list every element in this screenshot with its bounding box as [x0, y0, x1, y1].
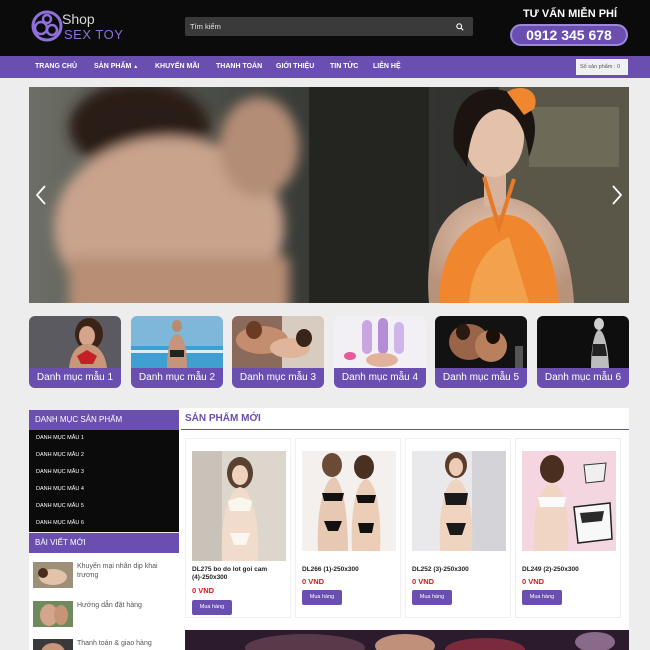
sidebar-posts: Khuyến mại nhân dịp khai trương Hướng dẫ…	[29, 553, 179, 650]
nav-item-promotions[interactable]: KHUYẾN MÃI	[155, 56, 199, 78]
nav-item-products[interactable]: SẢN PHẨM ▲	[94, 56, 138, 78]
product-image	[192, 451, 286, 561]
category-tile[interactable]: Danh mục mẫu 1	[29, 316, 121, 388]
hero-image	[29, 87, 629, 303]
cart-count[interactable]: Số sản phẩm : 0	[576, 59, 628, 75]
sidebar-heading-posts: BÀI VIẾT MỚI	[29, 533, 179, 553]
site-logo[interactable]: Shop SEX TOY	[30, 6, 150, 50]
hotline-label: TƯ VẤN MIỄN PHÍ	[522, 8, 618, 20]
category-label: Danh mục mẫu 3	[232, 368, 324, 388]
product-card[interactable]: DL252 (3)-250x300 0 VND Mua hàng	[405, 438, 511, 618]
category-label: Danh mục mẫu 2	[131, 368, 223, 388]
product-image	[412, 451, 506, 551]
search-input[interactable]	[185, 17, 445, 36]
category-image	[334, 316, 426, 368]
site-header: Shop SEX TOY TƯ VẤN MIỄN PHÍ 0912 345 67…	[0, 0, 650, 56]
product-price: 0 VND	[302, 577, 325, 586]
category-tile[interactable]: Danh mục mẫu 4	[334, 316, 426, 388]
category-image	[29, 316, 121, 368]
sidebar-item[interactable]: DANH MỤC MẪU 4	[36, 486, 84, 492]
post-title: Khuyến mại nhân dịp khai trương	[77, 563, 158, 579]
category-tile[interactable]: Danh mục mẫu 5	[435, 316, 527, 388]
category-label: Danh mục mẫu 5	[435, 368, 527, 388]
nav-item-news[interactable]: TIN TỨC	[330, 56, 358, 78]
category-label: Danh mục mẫu 6	[537, 368, 629, 388]
search-box	[185, 17, 473, 36]
sidebar-item[interactable]: DANH MỤC MẪU 5	[36, 503, 84, 509]
sidebar-item[interactable]: DANH MỤC MẪU 2	[36, 452, 84, 458]
product-name[interactable]: DL275 bo do lot goi cam (4)-250x300	[192, 566, 288, 582]
hero-slider[interactable]	[29, 87, 629, 303]
post-title: Hướng dẫn đặt hàng	[77, 602, 142, 609]
hotline-phone[interactable]: 0912 345 678	[510, 24, 628, 46]
product-card[interactable]: DL275 bo do lot goi cam (4)-250x300 0 VN…	[185, 438, 291, 618]
section-title: SẢN PHẨM MỚI	[185, 413, 261, 424]
caret-down-icon: ▲	[133, 64, 139, 70]
post-thumbnail	[33, 601, 73, 627]
product-card[interactable]: DL249 (2)-250x300 0 VND Mua hàng	[515, 438, 621, 618]
nav-item-contact[interactable]: LIÊN HỆ	[373, 56, 401, 78]
category-label: Danh mục mẫu 1	[29, 368, 121, 388]
nav-item-about[interactable]: GIỚI THIỆU	[276, 56, 314, 78]
post-title: Thanh toán & giao hàng	[77, 640, 152, 647]
buy-button[interactable]: Mua hàng	[522, 590, 562, 605]
nav-item-home[interactable]: TRANG CHỦ	[35, 56, 77, 78]
category-image	[435, 316, 527, 368]
sidebar-item[interactable]: DANH MỤC MẪU 3	[36, 469, 84, 475]
product-price: 0 VND	[192, 586, 215, 595]
nav-item-label: SẢN PHẨM	[94, 63, 132, 70]
category-tile[interactable]: Danh mục mẫu 3	[232, 316, 324, 388]
main-nav: TRANG CHỦ SẢN PHẨM ▲ KHUYẾN MÃI THANH TO…	[0, 56, 650, 78]
product-name[interactable]: DL249 (2)-250x300	[522, 566, 618, 574]
category-image	[131, 316, 223, 368]
banner-image	[185, 630, 629, 650]
product-price: 0 VND	[412, 577, 435, 586]
category-tile[interactable]: Danh mục mẫu 6	[537, 316, 629, 388]
sidebar-item[interactable]: DANH MỤC MẪU 6	[36, 520, 84, 526]
chevron-left-icon	[35, 185, 46, 205]
post-thumbnail	[33, 562, 73, 588]
buy-button[interactable]: Mua hàng	[412, 590, 452, 605]
buy-button[interactable]: Mua hàng	[302, 590, 342, 605]
sidebar-category-list: DANH MỤC MẪU 1 DANH MỤC MẪU 2 DANH MỤC M…	[29, 430, 179, 532]
section-divider	[181, 429, 629, 430]
bottom-banner[interactable]	[185, 630, 629, 650]
nav-item-payment[interactable]: THANH TOÁN	[216, 56, 262, 78]
category-label: Danh mục mẫu 4	[334, 368, 426, 388]
product-price: 0 VND	[522, 577, 545, 586]
product-name[interactable]: DL266 (1)-250x300	[302, 566, 398, 574]
category-image	[232, 316, 324, 368]
product-image	[302, 451, 396, 551]
slider-next-button[interactable]	[607, 183, 627, 207]
product-image	[522, 451, 616, 551]
logo-text-brand: SEX TOY	[64, 27, 124, 42]
post-thumbnail	[33, 639, 73, 650]
sidebar-item[interactable]: DANH MỤC MẪU 1	[36, 435, 84, 441]
product-card[interactable]: DL266 (1)-250x300 0 VND Mua hàng	[295, 438, 401, 618]
search-button[interactable]	[447, 17, 473, 36]
chevron-right-icon	[612, 185, 623, 205]
category-image	[537, 316, 629, 368]
logo-text-shop: Shop	[62, 11, 95, 27]
search-icon	[456, 22, 464, 31]
category-tile[interactable]: Danh mục mẫu 2	[131, 316, 223, 388]
slider-prev-button[interactable]	[31, 183, 51, 207]
logo-mark-icon	[31, 10, 63, 42]
sidebar-heading-categories: DANH MỤC SẢN PHẨM	[29, 410, 179, 430]
buy-button[interactable]: Mua hàng	[192, 600, 232, 615]
product-name[interactable]: DL252 (3)-250x300	[412, 566, 508, 574]
